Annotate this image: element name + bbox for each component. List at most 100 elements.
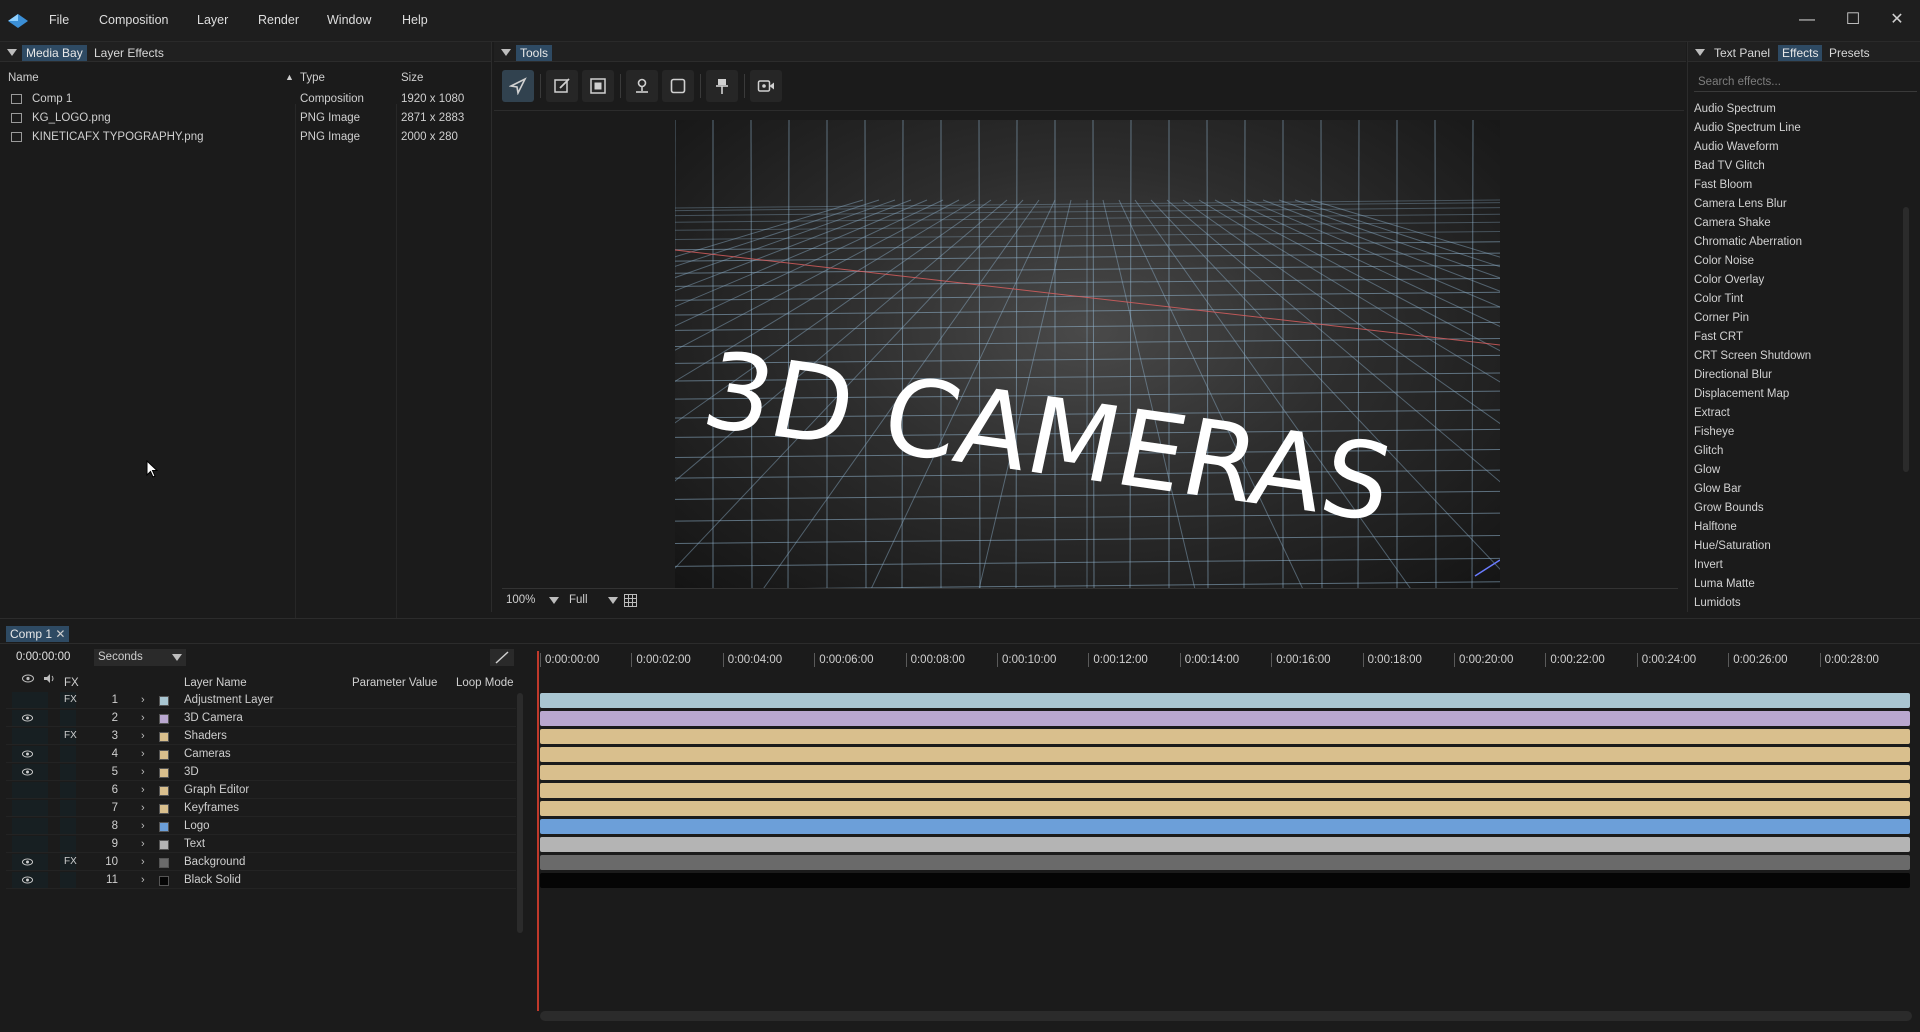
media-row[interactable]: KG_LOGO.png PNG Image 2871 x 2883: [0, 109, 492, 128]
layer-row[interactable]: 6 › Graph Editor: [6, 781, 516, 799]
graph-editor-button[interactable]: [490, 649, 514, 666]
eye-icon[interactable]: [22, 876, 33, 884]
fx-toggle[interactable]: [60, 800, 76, 816]
layer-name[interactable]: Keyframes: [184, 799, 239, 817]
effect-item[interactable]: Audio Spectrum Line: [1694, 119, 1801, 138]
expand-chevron-icon[interactable]: ›: [141, 871, 145, 889]
fx-toggle[interactable]: [60, 782, 76, 798]
layer-color-swatch[interactable]: [159, 822, 169, 832]
collapse-icon[interactable]: [7, 49, 17, 56]
effect-item[interactable]: Glow: [1694, 461, 1720, 480]
layer-row[interactable]: 4 › Cameras: [6, 745, 516, 763]
layer-track-bar[interactable]: [540, 765, 1910, 780]
expand-chevron-icon[interactable]: ›: [141, 745, 145, 763]
tab-media-bay[interactable]: Media Bay: [22, 45, 87, 61]
column-size[interactable]: Size: [401, 72, 423, 84]
close-icon[interactable]: ✕: [1887, 10, 1907, 30]
eye-icon[interactable]: [22, 714, 33, 722]
visibility-toggle[interactable]: [12, 692, 48, 708]
layer-track-bar[interactable]: [540, 819, 1910, 834]
menu-render[interactable]: Render: [258, 13, 299, 27]
effect-item[interactable]: Fisheye: [1694, 423, 1734, 442]
layer-scrollbar[interactable]: [517, 693, 523, 933]
visibility-toggle[interactable]: [12, 728, 48, 744]
fx-toggle[interactable]: [60, 872, 76, 888]
collapse-icon[interactable]: [501, 49, 511, 56]
layer-track-bar[interactable]: [540, 783, 1910, 798]
layer-name[interactable]: Adjustment Layer: [184, 691, 274, 709]
menu-help[interactable]: Help: [402, 13, 428, 27]
layer-row[interactable]: 9 › Text: [6, 835, 516, 853]
select-tool-button[interactable]: [502, 70, 534, 102]
layer-color-swatch[interactable]: [159, 714, 169, 724]
mask-tool-button[interactable]: [582, 70, 614, 102]
current-time[interactable]: 0:00:00:00: [16, 651, 70, 663]
expand-chevron-icon[interactable]: ›: [141, 781, 145, 799]
time-unit-select[interactable]: Seconds: [94, 649, 186, 666]
zoom-level[interactable]: 100%: [506, 594, 535, 606]
menu-file[interactable]: File: [49, 13, 69, 27]
layer-name[interactable]: Shaders: [184, 727, 227, 745]
column-name[interactable]: Name: [8, 72, 39, 84]
effect-item[interactable]: Chromatic Aberration: [1694, 233, 1802, 252]
effect-item[interactable]: Glitch: [1694, 442, 1723, 461]
effect-item[interactable]: Halftone: [1694, 518, 1737, 537]
maximize-icon[interactable]: ☐: [1843, 10, 1863, 30]
layer-color-swatch[interactable]: [159, 804, 169, 814]
expand-chevron-icon[interactable]: ›: [141, 709, 145, 727]
media-row[interactable]: Comp 1 Composition 1920 x 1080: [0, 90, 492, 109]
tab-effects[interactable]: Effects: [1778, 45, 1823, 61]
effect-item[interactable]: Fast Bloom: [1694, 176, 1752, 195]
visibility-toggle[interactable]: [12, 800, 48, 816]
effect-item[interactable]: CRT Screen Shutdown: [1694, 347, 1811, 366]
tab-text-panel[interactable]: Text Panel: [1710, 45, 1774, 61]
layer-row[interactable]: FX 1 › Adjustment Layer: [6, 691, 516, 709]
expand-chevron-icon[interactable]: ›: [141, 853, 145, 871]
layer-color-swatch[interactable]: [159, 840, 169, 850]
effects-scrollbar[interactable]: [1903, 207, 1909, 472]
layer-track-bar[interactable]: [540, 729, 1910, 744]
layer-track-bar[interactable]: [540, 873, 1910, 888]
layer-row[interactable]: FX 10 › Background: [6, 853, 516, 871]
layer-row[interactable]: 11 › Black Solid: [6, 871, 516, 889]
layer-name[interactable]: Text: [184, 835, 205, 853]
layer-row[interactable]: FX 3 › Shaders: [6, 727, 516, 745]
layer-name[interactable]: 3D Camera: [184, 709, 243, 727]
layer-color-swatch[interactable]: [159, 786, 169, 796]
column-type[interactable]: Type: [300, 72, 325, 84]
effect-item[interactable]: Directional Blur: [1694, 366, 1772, 385]
menu-window[interactable]: Window: [327, 13, 371, 27]
grid-toggle-icon[interactable]: [624, 594, 637, 607]
effect-item[interactable]: Invert: [1694, 556, 1723, 575]
expand-chevron-icon[interactable]: ›: [141, 799, 145, 817]
media-row[interactable]: KINETICAFX TYPOGRAPHY.png PNG Image 2000…: [0, 128, 492, 147]
layer-name[interactable]: Graph Editor: [184, 781, 249, 799]
tab-presets[interactable]: Presets: [1825, 45, 1874, 61]
camera-tool-button[interactable]: [750, 70, 782, 102]
fx-toggle[interactable]: [60, 764, 76, 780]
effect-item[interactable]: Color Tint: [1694, 290, 1743, 309]
visibility-toggle[interactable]: [12, 836, 48, 852]
eye-icon[interactable]: [22, 768, 33, 776]
tab-tools[interactable]: Tools: [516, 45, 553, 61]
effect-item[interactable]: Color Overlay: [1694, 271, 1764, 290]
zoom-dropdown-icon[interactable]: [549, 597, 559, 604]
expand-chevron-icon[interactable]: ›: [141, 727, 145, 745]
layer-row[interactable]: 7 › Keyframes: [6, 799, 516, 817]
layer-track-bar[interactable]: [540, 747, 1910, 762]
expand-chevron-icon[interactable]: ›: [141, 691, 145, 709]
effect-item[interactable]: Displacement Map: [1694, 385, 1789, 404]
minimize-icon[interactable]: —: [1797, 10, 1817, 30]
eye-icon[interactable]: [22, 858, 33, 866]
fx-toggle[interactable]: [60, 836, 76, 852]
effect-item[interactable]: Grow Bounds: [1694, 499, 1764, 518]
expand-chevron-icon[interactable]: ›: [141, 817, 145, 835]
layer-name[interactable]: Background: [184, 853, 245, 871]
effect-item[interactable]: Glow Bar: [1694, 480, 1741, 499]
effect-item[interactable]: Camera Lens Blur: [1694, 195, 1787, 214]
layer-name[interactable]: 3D: [184, 763, 199, 781]
menu-composition[interactable]: Composition: [99, 13, 168, 27]
close-tab-icon[interactable]: ✕: [55, 627, 65, 641]
playhead[interactable]: [537, 651, 539, 1011]
visibility-toggle[interactable]: [12, 818, 48, 834]
